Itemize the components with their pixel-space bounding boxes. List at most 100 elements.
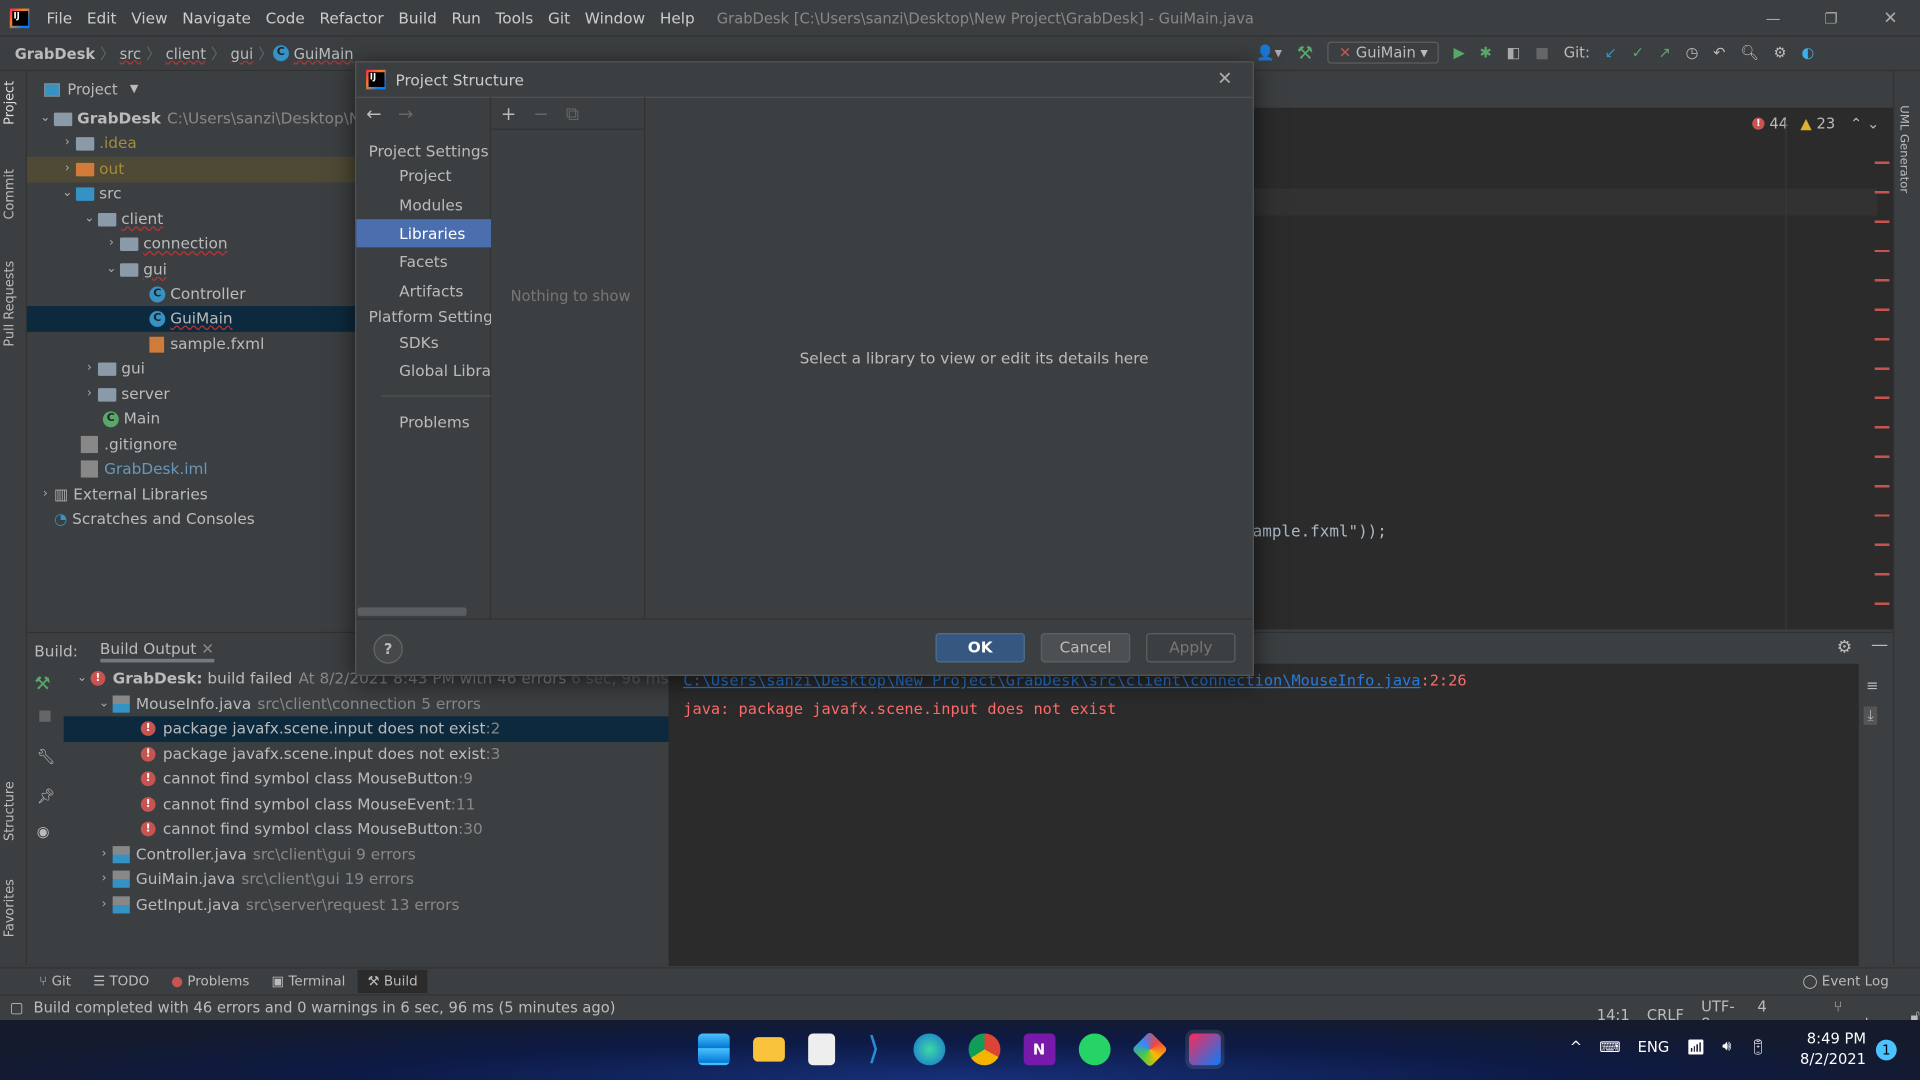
tree-item-connection[interactable]: › connection <box>103 231 228 256</box>
event-log-button[interactable]: ◯ Event Log <box>1802 973 1888 989</box>
nav-sdks[interactable]: SDKs <box>356 328 491 356</box>
breadcrumb-guimain[interactable]: GuiMain <box>294 45 354 62</box>
menu-git[interactable]: Git <box>548 9 570 27</box>
git-push-icon[interactable]: ↗ <box>1659 44 1671 61</box>
hide-panel-icon[interactable]: — <box>1871 636 1888 656</box>
menu-refactor[interactable]: Refactor <box>319 9 383 27</box>
sidebar-scrollbar[interactable] <box>357 607 467 616</box>
build-file-row[interactable]: › GetInput.java src\server\request 13 erro… <box>96 893 459 918</box>
breadcrumb-project[interactable]: GrabDesk <box>15 45 95 62</box>
debug-icon[interactable]: ✱ <box>1480 44 1492 61</box>
volume-icon[interactable]: 🔊︎ <box>1722 1037 1731 1055</box>
tree-item-gui[interactable]: ⌄ gui <box>103 257 167 282</box>
tree-item-main[interactable]: C Main <box>102 407 160 432</box>
breadcrumb-gui[interactable]: gui <box>230 45 253 62</box>
ok-button[interactable]: OK <box>935 633 1025 663</box>
nav-facets[interactable]: Facets <box>356 247 491 275</box>
close-dialog-button[interactable]: ✕ <box>1217 67 1232 89</box>
forward-button[interactable]: → <box>398 103 413 125</box>
coverage-icon[interactable]: ◧ <box>1507 44 1521 61</box>
file-explorer-icon[interactable] <box>752 1037 785 1062</box>
tree-item-src[interactable]: ⌄ src <box>59 181 121 206</box>
search-icon[interactable]: 🔍︎ <box>1740 44 1759 61</box>
run-config-select[interactable]: ✕ GuiMain ▾ <box>1327 41 1439 64</box>
eye-icon[interactable]: ◉ <box>37 823 50 840</box>
tree-item-sample-fxml[interactable]: sample.fxml <box>149 332 264 357</box>
tab-project[interactable]: Project <box>2 81 17 125</box>
notification-badge[interactable]: 1 <box>1875 1039 1897 1061</box>
build-file-row[interactable]: › Controller.java src\client\gui 9 errors <box>96 842 416 867</box>
build-error-row[interactable]: ! cannot find symbol class MouseEvent:11 <box>140 792 476 817</box>
minimize-button[interactable]: — <box>1766 9 1781 26</box>
code-editor[interactable]: ! 44 ▲ 23 ⌃ ⌄ ample.fxml")); <box>1252 71 1894 630</box>
tab-favorites[interactable]: Favorites <box>2 879 17 937</box>
tray-chevron-icon[interactable]: ^ <box>1570 1038 1582 1055</box>
build-console[interactable]: C:\Users\sanzi\Desktop\New Project\GrabD… <box>668 663 1859 967</box>
menu-navigate[interactable]: Navigate <box>182 9 251 27</box>
copy-icon[interactable]: ⧉ <box>566 102 579 124</box>
tab-uml-generator[interactable]: UML Generator <box>1897 105 1910 193</box>
menu-code[interactable]: Code <box>266 9 305 27</box>
soft-wrap-icon[interactable]: ≡ <box>1866 677 1878 694</box>
stop-build-icon[interactable]: ■ <box>38 707 52 724</box>
menu-run[interactable]: Run <box>452 9 481 27</box>
menu-help[interactable]: Help <box>660 9 695 27</box>
project-view-selector[interactable]: Project ▼ <box>44 81 138 98</box>
scroll-to-end-icon[interactable]: ⤓ <box>1863 706 1878 725</box>
git-update-icon[interactable]: ↙ <box>1605 44 1617 61</box>
plugin-icon[interactable]: ◐ <box>1801 44 1814 61</box>
clock[interactable]: 8:49 PM 8/2/2021 <box>1800 1029 1866 1071</box>
pin-icon[interactable]: 📌︎ <box>37 787 56 804</box>
menu-file[interactable]: File <box>47 9 73 27</box>
tree-item-external-libraries[interactable]: › ▥ External Libraries <box>37 482 208 507</box>
build-file-row[interactable]: › GuiMain.java src\client\gui 19 errors <box>96 867 414 892</box>
cancel-button[interactable]: Cancel <box>1040 633 1131 663</box>
tree-item-guimain[interactable]: C GuiMain <box>26 306 356 332</box>
run-icon[interactable]: ▶ <box>1454 44 1465 61</box>
restore-button[interactable]: ❐ <box>1824 9 1837 26</box>
build-error-row[interactable]: ! package javafx.scene.input does not exi… <box>140 742 501 767</box>
menu-build[interactable]: Build <box>398 9 436 27</box>
build-error-row[interactable]: ! cannot find symbol class MouseButton:9 <box>140 767 473 792</box>
stop-icon[interactable]: ■ <box>1535 44 1549 61</box>
chrome-icon[interactable] <box>967 1033 1000 1066</box>
wifi-icon[interactable]: 📶︎ <box>1686 1038 1705 1055</box>
keyboard-icon[interactable]: ⌨ <box>1599 1038 1620 1055</box>
menu-tools[interactable]: Tools <box>496 9 534 27</box>
tree-item-iml[interactable]: GrabDesk.iml <box>80 457 208 482</box>
tree-item-gui-2[interactable]: › gui <box>81 356 145 381</box>
tab-commit[interactable]: Commit <box>2 169 17 220</box>
breadcrumb-client[interactable]: client <box>166 45 206 62</box>
nav-libraries[interactable]: Libraries <box>356 219 492 248</box>
tree-item-scratches[interactable]: ◔ Scratches and Consoles <box>54 507 255 532</box>
tab-structure[interactable]: Structure <box>2 781 17 841</box>
onenote-icon[interactable]: N <box>1023 1033 1055 1066</box>
tab-build-output[interactable]: Build Output ✕ <box>99 639 215 662</box>
build-hammer-icon[interactable]: ⚒ <box>1297 42 1313 64</box>
store-icon[interactable] <box>807 1033 835 1066</box>
edge-icon[interactable] <box>912 1033 945 1066</box>
apply-button[interactable]: Apply <box>1146 633 1236 663</box>
nav-global-libraries[interactable]: Global Libraries <box>356 356 491 384</box>
inspection-widget[interactable]: ! 44 ▲ 23 ⌃ ⌄ <box>1752 115 1879 132</box>
tab-git[interactable]: ⑂ Git <box>39 973 71 989</box>
tree-item-controller[interactable]: C Controller <box>149 282 246 307</box>
build-error-row[interactable]: ! cannot find symbol class MouseButton:30 <box>140 817 483 842</box>
build-file-mouseinfo[interactable]: ⌄ MouseInfo.java src\client\connection 5 e… <box>96 692 481 717</box>
nav-problems[interactable]: Problems <box>356 408 491 436</box>
settings-gear-icon[interactable]: ⚙ <box>1774 44 1787 61</box>
tab-todo[interactable]: ☰ TODO <box>93 973 149 989</box>
rebuild-icon[interactable]: ⚒ <box>34 672 50 694</box>
close-window-button[interactable]: ✕ <box>1883 8 1897 28</box>
nav-modules[interactable]: Modules <box>356 191 491 219</box>
tab-pull-requests[interactable]: Pull Requests <box>2 261 17 347</box>
status-message[interactable]: Build completed with 46 errors and 0 war… <box>33 999 615 1016</box>
menu-window[interactable]: Window <box>585 9 645 27</box>
error-stripe[interactable] <box>1874 144 1890 610</box>
tab-terminal[interactable]: ▣ Terminal <box>271 973 345 989</box>
build-error-row[interactable]: ! package javafx.scene.input does not exi… <box>63 716 669 742</box>
git-commit-icon[interactable]: ✓ <box>1632 44 1644 61</box>
wrench-icon[interactable]: 🔧︎ <box>37 748 56 765</box>
status-toggle-icon[interactable]: ▢ <box>10 999 24 1016</box>
back-button[interactable]: ← <box>366 103 381 125</box>
